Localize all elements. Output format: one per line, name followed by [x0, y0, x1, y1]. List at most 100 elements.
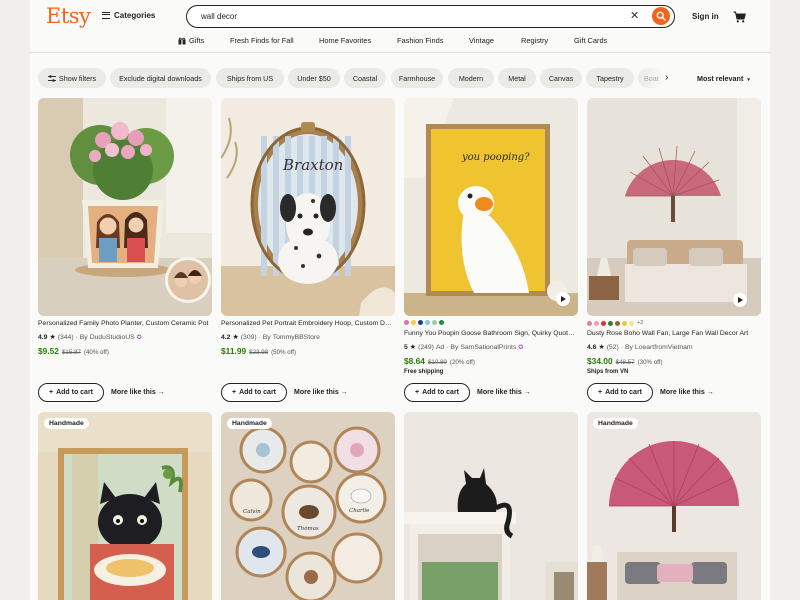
- review-count: (344): [57, 333, 74, 341]
- add-to-cart-button[interactable]: + Add to cart: [587, 383, 653, 402]
- nav-label: Gifts: [189, 36, 205, 45]
- shipping-label: Ships from VN: [587, 369, 629, 375]
- swatch: [439, 320, 444, 325]
- more-like-this-label: More like this: [294, 389, 339, 396]
- chip-tapestry[interactable]: Tapestry: [586, 68, 634, 88]
- discount-label: (50% off): [271, 349, 297, 356]
- search-bar: ✕: [186, 5, 675, 28]
- sort-label: Most relevant: [697, 74, 744, 83]
- chip-ships-from-us[interactable]: Ships from US: [216, 68, 284, 88]
- product-title[interactable]: Funny You Poopin Goose Bathroom Sign, Qu…: [404, 330, 578, 337]
- product-image[interactable]: [587, 98, 761, 316]
- chip-modern[interactable]: Modern: [448, 68, 494, 88]
- product-title[interactable]: Personalized Pet Portrait Embroidery Hoo…: [221, 320, 395, 327]
- add-to-cart-button[interactable]: + Add to cart: [404, 383, 470, 402]
- product-image[interactable]: Braxton: [221, 98, 395, 316]
- seller-name[interactable]: DuduStudioUS: [90, 334, 135, 341]
- swatch: [418, 320, 423, 325]
- arrow-right-icon: →: [340, 389, 348, 396]
- swatch: [432, 320, 437, 325]
- product-image[interactable]: Handmade: [38, 412, 212, 600]
- product-image[interactable]: [404, 412, 578, 600]
- sale-price: $9.52: [38, 346, 59, 356]
- search-icon: [656, 11, 666, 21]
- seller-name[interactable]: LoeartfromVietnam: [635, 344, 693, 351]
- by-label: · By: [446, 343, 459, 351]
- category-nav: Gifts Fresh Finds for Fall Home Favorite…: [30, 34, 770, 50]
- original-price: $15.87: [61, 349, 81, 356]
- etsy-search-page: Etsy Categories ✕ Sign in: [30, 0, 770, 600]
- plus-icon: +: [414, 389, 420, 396]
- sort-dropdown[interactable]: Most relevant ▾: [697, 74, 750, 83]
- cart-icon: [733, 11, 746, 23]
- seller-name[interactable]: TommyBBStore: [273, 334, 320, 341]
- color-swatches[interactable]: +2: [587, 320, 643, 326]
- star-icon: ★: [598, 344, 605, 351]
- chip-metal[interactable]: Metal: [498, 68, 536, 88]
- seller-name[interactable]: SamSationalPrints: [460, 344, 516, 351]
- product-title[interactable]: Dusty Rose Boho Wall Fan, Large Fan Wall…: [587, 330, 761, 337]
- chevron-right-icon[interactable]: ›: [665, 72, 668, 83]
- swatch-more-count: +2: [637, 320, 644, 326]
- sale-price: $11.99: [221, 346, 247, 356]
- nav-fashion-finds[interactable]: Fashion Finds: [397, 36, 443, 45]
- product-image[interactable]: Calvin Thomas Charlie Handmade: [221, 412, 395, 600]
- more-like-this-link[interactable]: More like this →: [660, 389, 714, 396]
- clear-icon[interactable]: ✕: [630, 9, 639, 22]
- more-like-this-label: More like this: [660, 389, 705, 396]
- chip-exclude-digital[interactable]: Exclude digital downloads: [110, 68, 211, 88]
- menu-icon: [102, 12, 110, 19]
- arrow-right-icon: →: [523, 389, 531, 396]
- star-seller-icon: ✪: [518, 344, 524, 351]
- chip-coastal[interactable]: Coastal: [344, 68, 386, 88]
- product-image[interactable]: [38, 98, 212, 316]
- chip-canvas[interactable]: Canvas: [540, 68, 582, 88]
- nav-vintage[interactable]: Vintage: [469, 36, 494, 45]
- product-price: $8.64 $10.80 (20% off): [404, 356, 475, 366]
- nav-gifts[interactable]: Gifts: [178, 36, 204, 45]
- plus-icon: +: [231, 389, 237, 396]
- etsy-logo[interactable]: Etsy: [46, 4, 91, 28]
- product-image[interactable]: Handmade: [587, 412, 761, 600]
- nav-home-favorites[interactable]: Home Favorites: [319, 36, 371, 45]
- product-rating: 5 ★ (249) Ad · By SamSationalPrints ✪: [404, 343, 524, 352]
- arrow-right-icon: →: [157, 389, 165, 396]
- original-price: $10.80: [427, 359, 447, 366]
- categories-button[interactable]: Categories: [102, 11, 155, 20]
- product-rating: 4.9 ★ (344) · By DuduStudioUS ✪: [38, 333, 142, 342]
- product-title[interactable]: Personalized Family Photo Planter, Custo…: [38, 320, 212, 327]
- nav-gift-cards[interactable]: Gift Cards: [574, 36, 607, 45]
- rating-value: 4.2: [221, 333, 231, 341]
- show-filters-chip[interactable]: Show filters: [38, 68, 106, 88]
- product-price: $34.00 $48.57 (30% off): [587, 356, 663, 366]
- add-to-cart-label: Add to cart: [422, 389, 460, 396]
- chip-boat[interactable]: Boat: [638, 68, 664, 88]
- by-label: · By: [620, 343, 633, 351]
- search-input[interactable]: [201, 10, 631, 23]
- plus-icon: +: [597, 389, 603, 396]
- cart-button[interactable]: [733, 10, 746, 28]
- by-label: · By: [258, 333, 271, 341]
- add-to-cart-button[interactable]: + Add to cart: [221, 383, 287, 402]
- more-like-this-link[interactable]: More like this →: [477, 389, 531, 396]
- swatch: [608, 320, 613, 326]
- nav-fresh-finds[interactable]: Fresh Finds for Fall: [230, 36, 294, 45]
- sign-in-link[interactable]: Sign in: [692, 12, 719, 21]
- by-label: · By: [75, 333, 88, 341]
- categories-label: Categories: [114, 11, 156, 20]
- swatch: [425, 320, 430, 325]
- product-image[interactable]: you pooping?: [404, 98, 578, 316]
- chip-under-50[interactable]: Under $50: [288, 68, 340, 88]
- color-swatches[interactable]: [404, 320, 444, 325]
- chip-farmhouse[interactable]: Farmhouse: [391, 68, 443, 88]
- swatch: [601, 320, 606, 326]
- hoop-name-text: Thomas: [297, 526, 319, 532]
- add-to-cart-button[interactable]: + Add to cart: [38, 383, 104, 402]
- search-button[interactable]: [652, 7, 670, 25]
- more-like-this-link[interactable]: More like this →: [294, 389, 348, 396]
- embroidery-name-text: Braxton: [282, 156, 343, 174]
- nav-registry[interactable]: Registry: [521, 36, 548, 45]
- more-like-this-link[interactable]: More like this →: [111, 389, 165, 396]
- original-price: $23.98: [249, 349, 269, 356]
- more-like-this-label: More like this: [111, 389, 156, 396]
